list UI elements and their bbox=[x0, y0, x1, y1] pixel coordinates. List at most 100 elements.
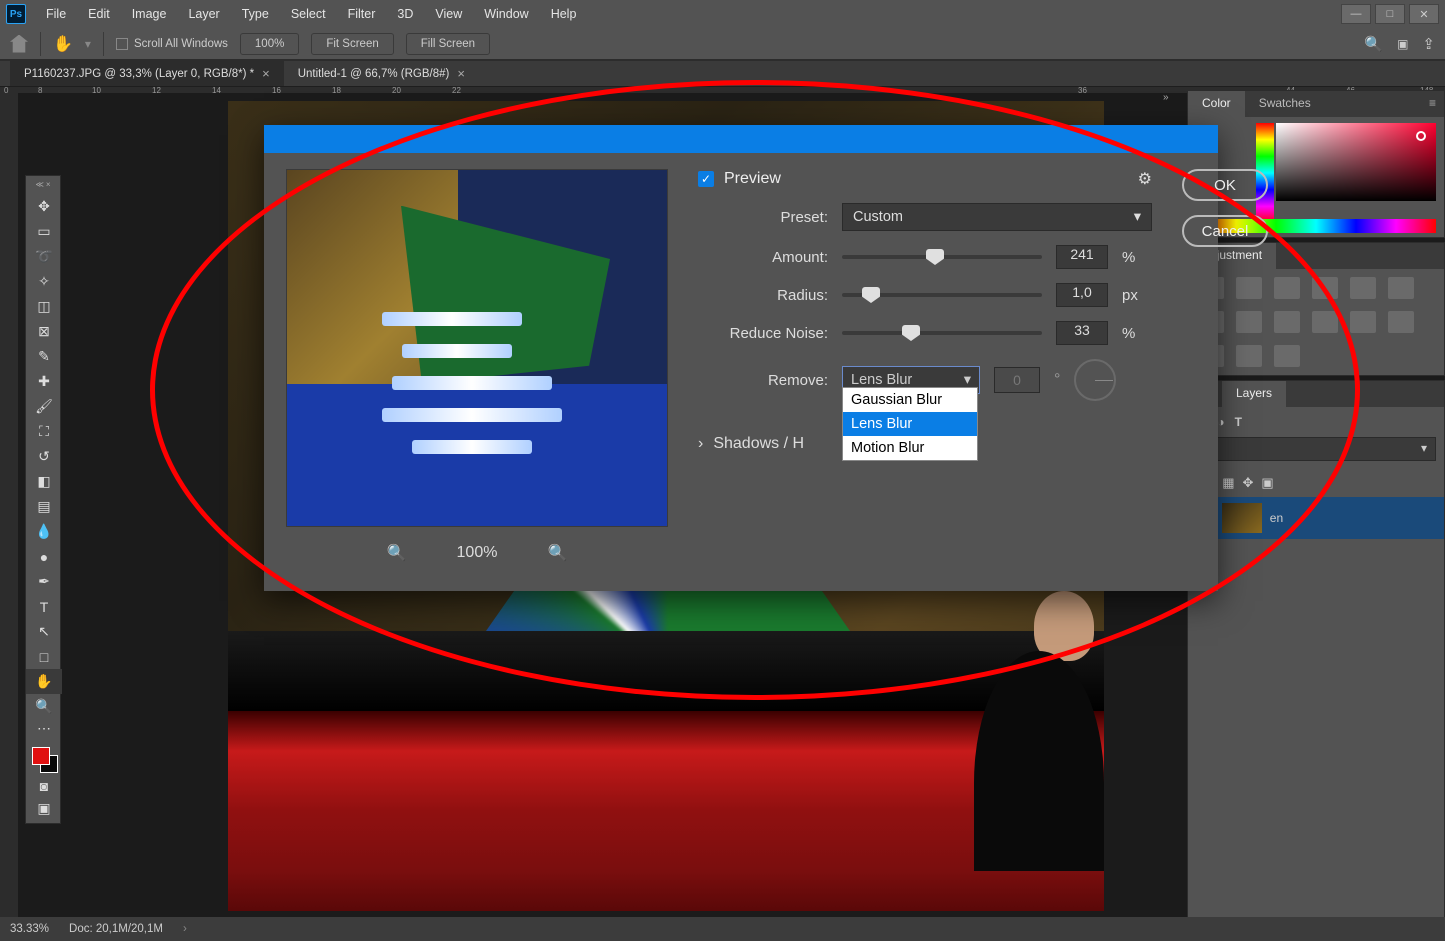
zoom-100-button[interactable]: 100% bbox=[240, 33, 299, 55]
remove-dropdown-list: Gaussian Blur Lens Blur Motion Blur bbox=[842, 387, 978, 461]
app-logo: Ps bbox=[6, 4, 26, 24]
menu-select[interactable]: Select bbox=[281, 3, 336, 25]
amount-slider[interactable] bbox=[842, 255, 1042, 259]
home-icon[interactable] bbox=[10, 35, 28, 53]
lasso-tool[interactable]: ➰ bbox=[26, 244, 62, 269]
quickmask-tool[interactable]: ◙ bbox=[26, 775, 62, 797]
preset-value: Custom bbox=[853, 209, 903, 225]
color-picker[interactable] bbox=[1276, 123, 1436, 201]
dialog-titlebar[interactable] bbox=[264, 125, 1218, 153]
tab-swatches[interactable]: Swatches bbox=[1245, 91, 1325, 117]
options-bar: ✋ ▾ Scroll All Windows 100% Fit Screen F… bbox=[0, 28, 1445, 60]
preset-label: Preset: bbox=[698, 209, 828, 226]
crop-tool[interactable]: ◫ bbox=[26, 294, 62, 319]
amount-unit: % bbox=[1122, 249, 1152, 266]
panel-collapse-icon[interactable]: » bbox=[1163, 92, 1185, 106]
doc-tab-1[interactable]: P1160237.JPG @ 33,3% (Layer 0, RGB/8*) *… bbox=[10, 61, 284, 86]
zoom-out-icon[interactable]: 🔍 bbox=[387, 543, 407, 563]
menu-image[interactable]: Image bbox=[122, 3, 177, 25]
dialog-preview[interactable] bbox=[286, 169, 668, 527]
eyedropper-tool[interactable]: ✎ bbox=[26, 344, 62, 369]
noise-slider[interactable] bbox=[842, 331, 1042, 335]
fill-screen-button[interactable]: Fill Screen bbox=[406, 33, 490, 55]
menu-edit[interactable]: Edit bbox=[78, 3, 120, 25]
menu-file[interactable]: File bbox=[36, 3, 76, 25]
ruler-vertical bbox=[0, 95, 18, 941]
search-icon[interactable]: 🔍 bbox=[1364, 35, 1383, 53]
color-swatches[interactable] bbox=[30, 743, 56, 773]
history-brush-tool[interactable]: ↺ bbox=[26, 444, 62, 469]
dodge-tool[interactable]: ● bbox=[26, 544, 62, 569]
screen-mode[interactable]: ▣ bbox=[26, 797, 62, 819]
preset-select[interactable]: Custom▾ bbox=[842, 203, 1152, 231]
radius-input[interactable]: 1,0 bbox=[1056, 283, 1108, 307]
menu-type[interactable]: Type bbox=[232, 3, 279, 25]
gradient-tool[interactable]: ▤ bbox=[26, 494, 62, 519]
marquee-tool[interactable]: ▭ bbox=[26, 219, 62, 244]
view-mode-icon[interactable]: ▣ bbox=[1397, 37, 1408, 51]
adj-poster-icon[interactable] bbox=[1388, 311, 1414, 333]
dd-option-gaussian[interactable]: Gaussian Blur bbox=[843, 388, 977, 412]
hand-tool-icon[interactable]: ✋ bbox=[53, 34, 73, 54]
pen-tool[interactable]: ✒ bbox=[26, 569, 62, 594]
cancel-button[interactable]: Cancel bbox=[1182, 215, 1268, 247]
window-minimize[interactable]: — bbox=[1341, 4, 1371, 24]
degree-label: ° bbox=[1054, 371, 1060, 389]
adj-exposure-icon[interactable] bbox=[1312, 277, 1338, 299]
noise-input[interactable]: 33 bbox=[1056, 321, 1108, 345]
menu-layer[interactable]: Layer bbox=[178, 3, 229, 25]
zoom-in-icon[interactable]: 🔍 bbox=[547, 543, 567, 563]
move-tool[interactable]: ✥ bbox=[26, 194, 62, 219]
rect-tool[interactable]: □ bbox=[26, 644, 62, 669]
heal-tool[interactable]: ✚ bbox=[26, 369, 62, 394]
menu-help[interactable]: Help bbox=[541, 3, 587, 25]
status-chevron-icon[interactable]: › bbox=[183, 923, 187, 935]
menu-filter[interactable]: Filter bbox=[338, 3, 386, 25]
zoom-tool[interactable]: 🔍 bbox=[26, 694, 62, 719]
adj-curves-icon[interactable] bbox=[1274, 277, 1300, 299]
doc-tab-2[interactable]: Untitled-1 @ 66,7% (RGB/8#) × bbox=[284, 61, 479, 86]
angle-wheel[interactable] bbox=[1074, 359, 1116, 401]
zoom-level[interactable]: 33.33% bbox=[10, 923, 49, 935]
brush-tool[interactable]: 🖌 bbox=[26, 394, 62, 419]
adj-hue-icon[interactable] bbox=[1388, 277, 1414, 299]
dd-option-lens[interactable]: Lens Blur bbox=[843, 412, 977, 436]
hand-tool[interactable]: ✋ bbox=[26, 669, 62, 694]
edit-toolbar[interactable]: ⋯ bbox=[26, 719, 62, 737]
amount-input[interactable]: 241 bbox=[1056, 245, 1108, 269]
adj-lookup-icon[interactable] bbox=[1312, 311, 1338, 333]
eraser-tool[interactable]: ◧ bbox=[26, 469, 62, 494]
tab-close-icon[interactable]: × bbox=[262, 66, 270, 81]
tab-close-icon[interactable]: × bbox=[457, 66, 465, 81]
type-tool[interactable]: T bbox=[26, 594, 62, 619]
doc-size: Doc: 20,1M/20,1M bbox=[69, 923, 163, 935]
dd-option-motion[interactable]: Motion Blur bbox=[843, 436, 977, 460]
menu-window[interactable]: Window bbox=[474, 3, 538, 25]
frame-tool[interactable]: ⊠ bbox=[26, 319, 62, 344]
ok-button[interactable]: OK bbox=[1182, 169, 1268, 201]
toolbox: ≪× ✥ ▭ ➰ ✧ ◫ ⊠ ✎ ✚ 🖌 ⛶ ↺ ◧ ▤ 💧 ● ✒ T ↖ □… bbox=[25, 175, 61, 824]
preview-checkbox[interactable]: ✓ Preview bbox=[698, 170, 781, 188]
stamp-tool[interactable]: ⛶ bbox=[26, 419, 62, 444]
adj-mixer-icon[interactable] bbox=[1274, 311, 1300, 333]
scroll-all-checkbox[interactable]: Scroll All Windows bbox=[116, 38, 228, 50]
expand-icon[interactable]: › bbox=[698, 435, 703, 453]
gear-icon[interactable]: ⚙ bbox=[1138, 169, 1152, 189]
path-tool[interactable]: ↖ bbox=[26, 619, 62, 644]
menu-view[interactable]: View bbox=[425, 3, 472, 25]
blur-tool[interactable]: 💧 bbox=[26, 519, 62, 544]
radius-slider[interactable] bbox=[842, 293, 1042, 297]
fit-screen-button[interactable]: Fit Screen bbox=[311, 33, 393, 55]
window-close[interactable]: ✕ bbox=[1409, 4, 1439, 24]
preview-zoom-label: 100% bbox=[457, 544, 498, 562]
adj-vibrance-icon[interactable] bbox=[1350, 277, 1376, 299]
angle-input[interactable]: 0 bbox=[994, 367, 1040, 393]
tab-color[interactable]: Color bbox=[1188, 91, 1245, 117]
share-icon[interactable]: ⇪ bbox=[1422, 35, 1435, 53]
adj-selective-icon[interactable] bbox=[1274, 345, 1300, 367]
panel-menu-icon[interactable]: ≡ bbox=[1421, 91, 1444, 117]
window-maximize[interactable]: □ bbox=[1375, 4, 1405, 24]
adj-invert-icon[interactable] bbox=[1350, 311, 1376, 333]
wand-tool[interactable]: ✧ bbox=[26, 269, 62, 294]
menu-3d[interactable]: 3D bbox=[387, 3, 423, 25]
